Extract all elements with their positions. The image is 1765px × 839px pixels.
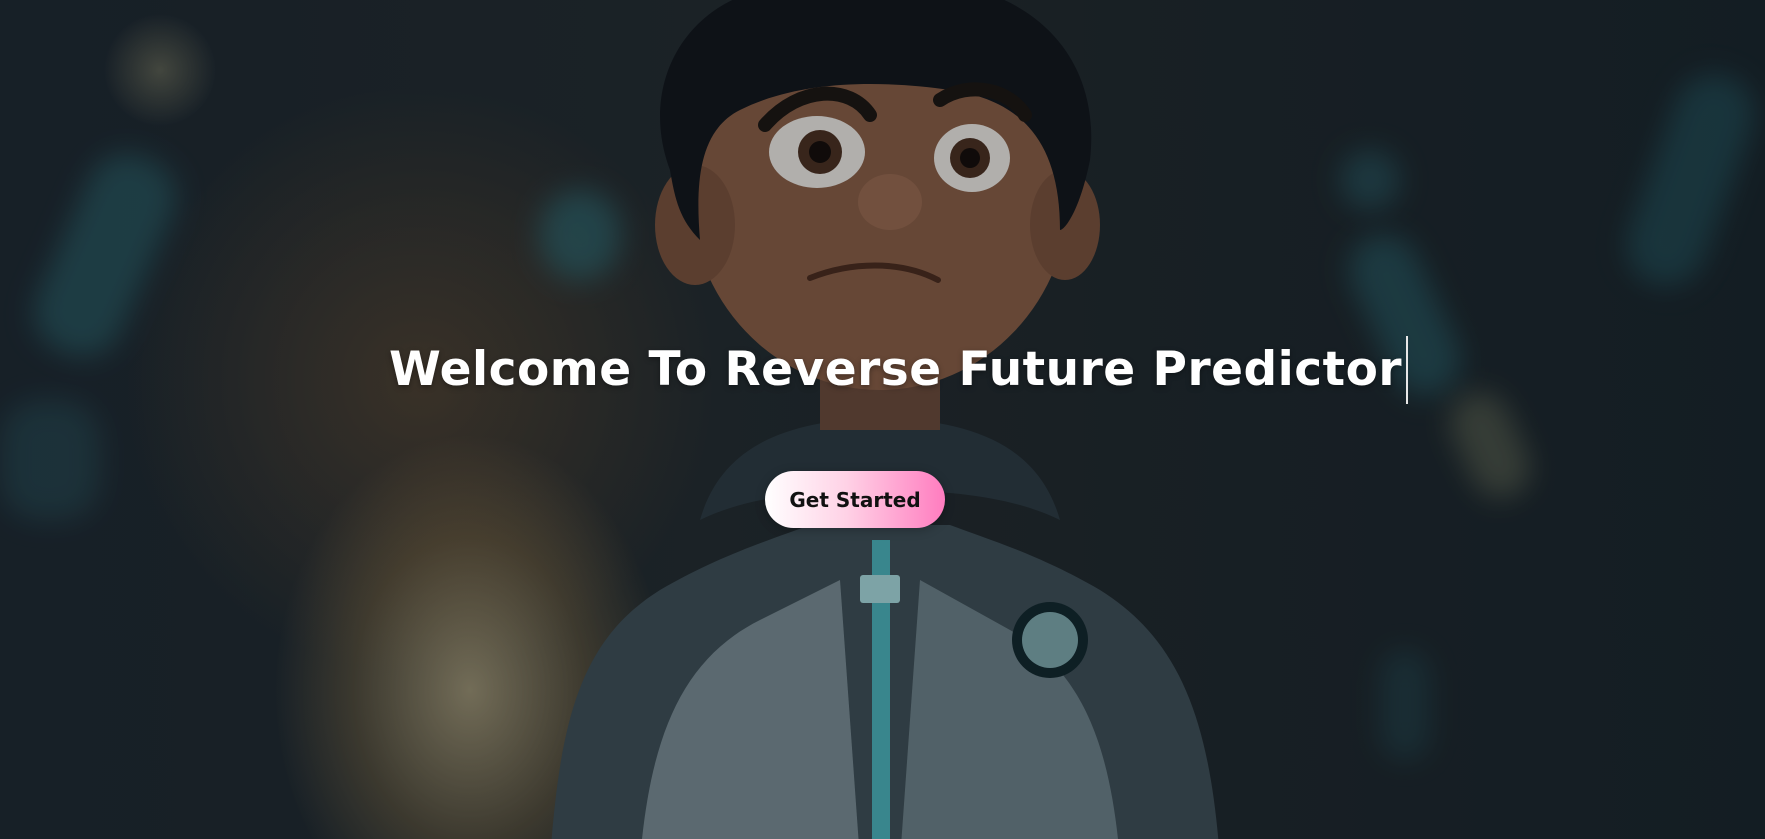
get-started-button[interactable]: Get Started bbox=[765, 471, 945, 528]
page-title: Welcome To Reverse Future Predictor bbox=[389, 336, 1409, 404]
dark-overlay bbox=[0, 0, 1765, 839]
hero-section: Welcome To Reverse Future Predictor Get … bbox=[0, 0, 1765, 839]
